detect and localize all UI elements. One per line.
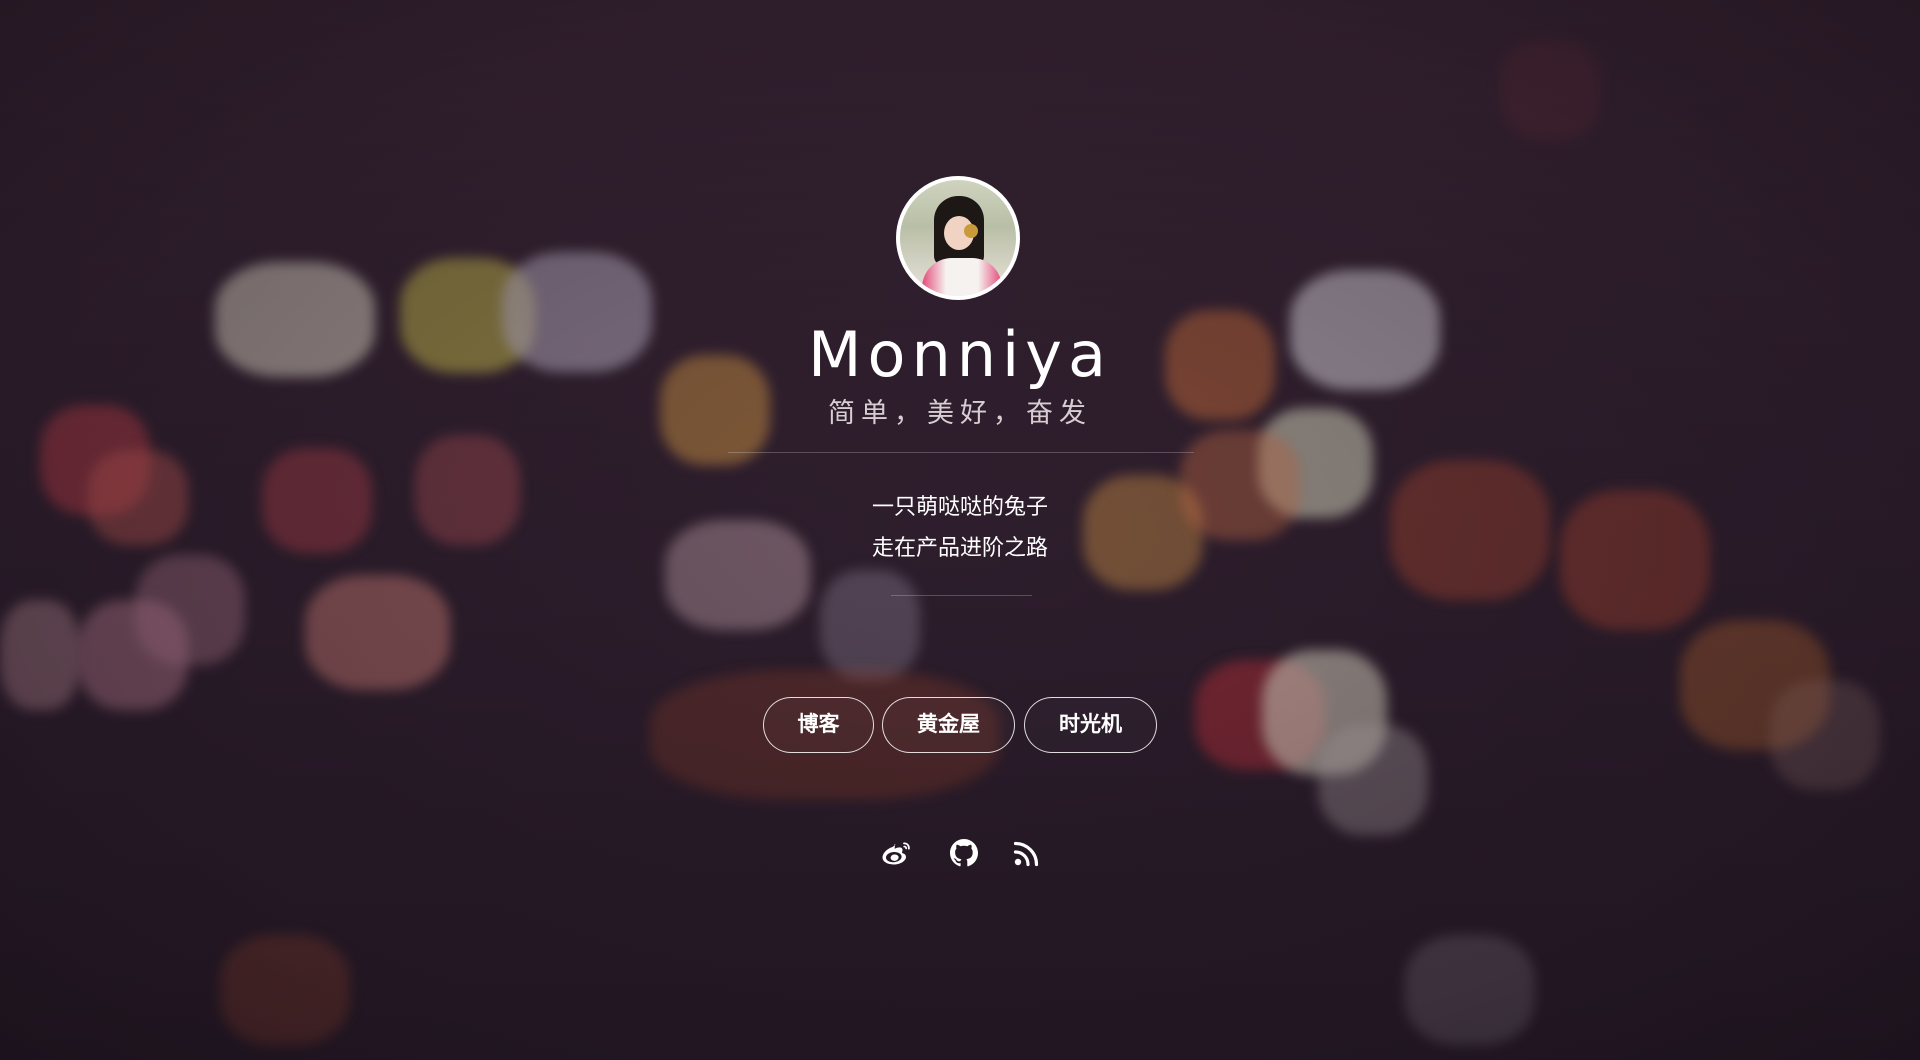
bio-line-1: 一只萌哒哒的兔子 (871, 495, 1048, 520)
divider-short (891, 595, 1032, 596)
avatar (896, 176, 1020, 300)
rss-icon[interactable] (1009, 835, 1045, 871)
site-tagline: 简单，美好，奋发 (828, 398, 1092, 429)
nav-links: 博客 黄金屋 时光机 (0, 697, 1920, 755)
time-machine-button[interactable]: 时光机 (1024, 697, 1157, 753)
divider (728, 452, 1194, 453)
golden-house-button[interactable]: 黄金屋 (882, 697, 1015, 753)
social-links (0, 835, 1920, 875)
landing-page: Monniya 简单，美好，奋发 一只萌哒哒的兔子 走在产品进阶之路 博客 黄金… (0, 0, 1920, 1060)
weibo-icon[interactable] (878, 835, 914, 871)
blog-button[interactable]: 博客 (763, 697, 874, 753)
profile-card: Monniya 简单，美好，奋发 一只萌哒哒的兔子 走在产品进阶之路 博客 黄金… (0, 0, 1920, 1060)
bio-line-2: 走在产品进阶之路 (871, 536, 1048, 561)
github-icon[interactable] (946, 835, 982, 871)
site-title: Monniya (808, 318, 1112, 391)
